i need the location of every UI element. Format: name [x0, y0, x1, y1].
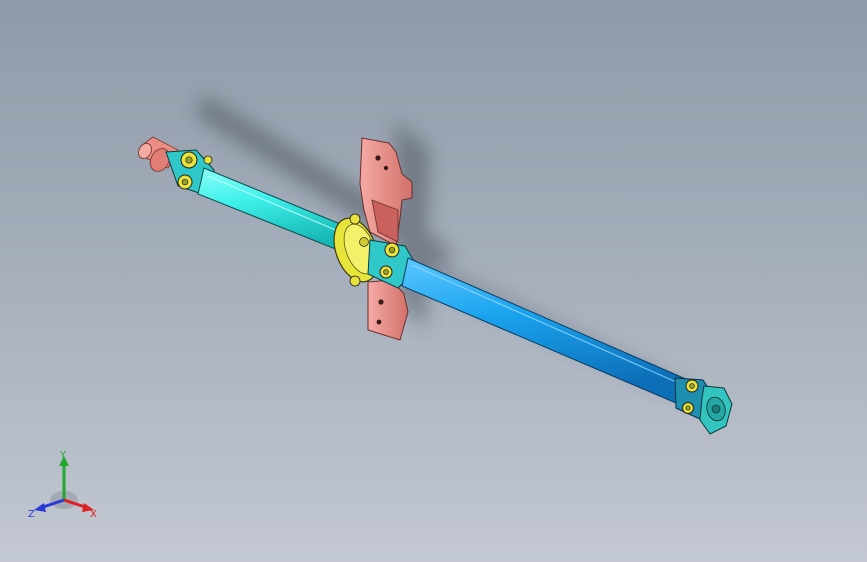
- bolt-hole: [375, 155, 381, 161]
- y-axis-label: Y: [59, 450, 67, 461]
- bolt-hole: [376, 319, 382, 325]
- drive-shaft-assembly[interactable]: [0, 0, 867, 562]
- x-axis-label: X: [90, 509, 97, 520]
- rear-shaft-tube[interactable]: [401, 257, 689, 404]
- bolt-hole: [383, 165, 389, 171]
- rear-flange[interactable]: [699, 385, 733, 435]
- coordinate-triad[interactable]: Y X Z: [22, 448, 106, 522]
- z-axis-label: Z: [28, 509, 35, 520]
- graphics-viewport[interactable]: Y X Z: [0, 0, 867, 562]
- bolt-hole: [378, 299, 384, 305]
